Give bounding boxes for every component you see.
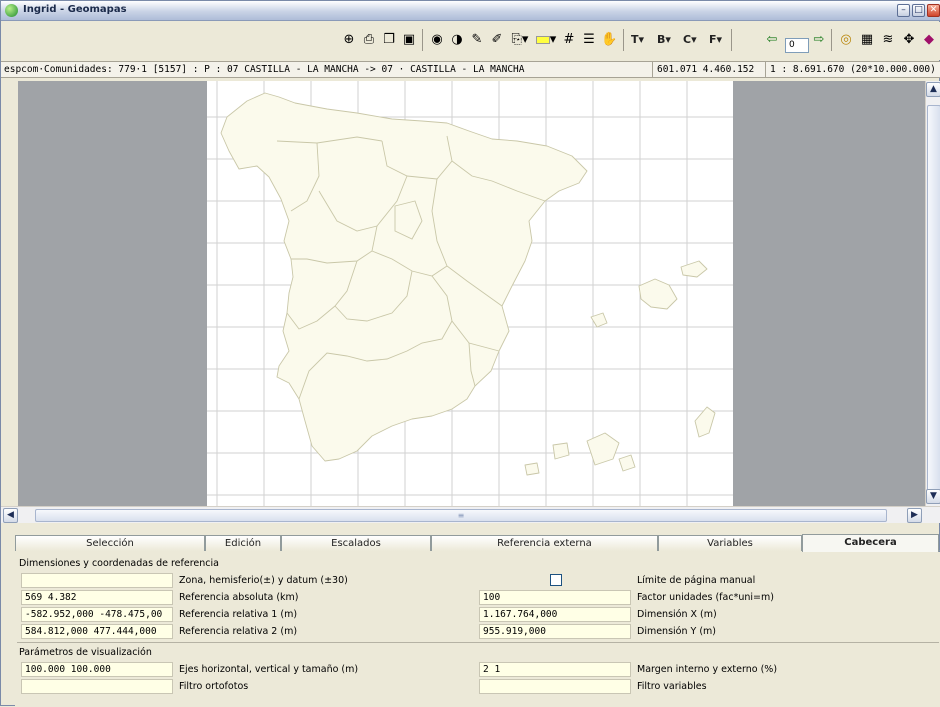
save-icon[interactable]: ▣	[401, 31, 417, 49]
referencia-absoluta-input[interactable]: 569 4.382	[21, 590, 173, 605]
target-icon[interactable]: ◎	[838, 31, 854, 49]
scroll-up-button[interactable]: ▲	[926, 82, 940, 97]
referencia-relativa-1-input[interactable]: -582.952,000 -478.475,00	[21, 607, 173, 622]
margen-input[interactable]: 2 1	[479, 662, 631, 677]
horizontal-scroll-thumb[interactable]: ≡	[35, 509, 887, 522]
close-button[interactable]: ✕	[927, 4, 940, 17]
section-title: Dimensiones y coordenadas de referencia	[19, 558, 219, 569]
map-regions	[220, 92, 716, 476]
print-icon[interactable]: ⎙	[361, 31, 377, 49]
ejes-label: Ejes horizontal, vertical y tamaño (m)	[179, 664, 359, 675]
map-viewport[interactable]	[18, 81, 930, 506]
section-title: Parámetros de visualización	[19, 647, 152, 658]
page-prev-icon[interactable]: ⇦	[764, 31, 780, 49]
cabecera-panel: Dimensiones y coordenadas de referencia …	[15, 552, 940, 707]
dimension-x-input[interactable]: 1.167.764,000	[479, 607, 631, 622]
factor-unidades-input[interactable]: 100	[479, 590, 631, 605]
contrast-icon[interactable]: ◑	[449, 31, 465, 49]
filtro-variables-label: Filtro variables	[637, 681, 707, 692]
region-canarias-3	[552, 442, 570, 460]
map-page[interactable]	[207, 81, 733, 506]
eraser-icon[interactable]: ◆	[921, 31, 937, 49]
text-dropdown-b[interactable]: B▾	[657, 32, 671, 48]
referencia-relativa-1-label: Referencia relativa 1 (m)	[179, 609, 298, 620]
pencil-icon[interactable]: ✎	[469, 31, 485, 49]
color-dropdown-icon[interactable]: ▾	[533, 31, 559, 49]
ejes-input[interactable]: 100.000 100.000	[21, 662, 173, 677]
section-divider	[17, 642, 939, 643]
vertical-scroll-thumb[interactable]	[927, 105, 940, 491]
region-menorca	[680, 260, 708, 278]
factor-unidades-label: Factor unidades (fac*uni=m)	[637, 592, 774, 603]
toolbar-separator	[731, 29, 732, 51]
stack-icon[interactable]: ≋	[880, 31, 896, 49]
zona-datum-input[interactable]	[21, 573, 173, 588]
tab-escalados[interactable]: Escalados	[281, 535, 431, 551]
page-limit-label: Límite de página manual	[637, 575, 756, 586]
list-icon[interactable]: ☰	[581, 31, 597, 49]
toolbar-separator	[422, 29, 423, 51]
page-limit-checkbox[interactable]	[550, 574, 562, 586]
dimension-x-label: Dimensión X (m)	[637, 609, 717, 620]
filtro-variables-input[interactable]	[479, 679, 631, 694]
filtro-ortofotos-label: Filtro ortofotos	[179, 681, 249, 692]
margen-label: Margen interno y externo (%)	[637, 664, 778, 675]
hand-icon[interactable]: ✋	[601, 31, 617, 49]
map-scale: 1 : 8.691.670 (20*10.000.000)	[765, 62, 936, 77]
toolbar-separator	[623, 29, 624, 51]
text-dropdown-t[interactable]: T▾	[631, 32, 644, 48]
app-globe-icon	[5, 4, 18, 17]
vertical-scrollbar[interactable]: ▲ ▼	[925, 81, 940, 506]
region-canarias-4	[618, 454, 636, 472]
referencia-relativa-2-label: Referencia relativa 2 (m)	[179, 626, 298, 637]
window-title: Ingrid - Geomapas	[23, 4, 127, 15]
toolbar-separator	[831, 29, 832, 51]
move-icon[interactable]: ✥	[901, 31, 917, 49]
layers-icon[interactable]: ◉	[429, 31, 445, 49]
text-dropdown-c[interactable]: C▾	[683, 32, 697, 48]
scroll-left-button[interactable]: ◀	[3, 508, 18, 523]
pencil-check-icon[interactable]: ✐	[489, 31, 505, 49]
title-bar[interactable]: Ingrid - Geomapas – □ ✕	[1, 1, 940, 21]
tab-edicion[interactable]: Edición	[205, 535, 281, 551]
layer-info: espcom·Comunidades: 779·1 [5157] : P : 0…	[4, 64, 525, 75]
referencia-absoluta-label: Referencia absoluta (km)	[179, 592, 299, 603]
zoom-window-icon[interactable]: ⊕	[341, 31, 357, 49]
dimension-y-label: Dimensión Y (m)	[637, 626, 717, 637]
horizontal-scrollbar[interactable]: ◀ ≡ ▶	[1, 506, 940, 523]
referencia-relativa-2-input[interactable]: 584.812,000 477.444,000	[21, 624, 173, 639]
grid-icon[interactable]: #	[561, 31, 577, 49]
region-mallorca	[638, 278, 678, 310]
text-dropdown-f[interactable]: F▾	[709, 32, 722, 48]
region-peninsula	[220, 92, 588, 462]
tab-variables[interactable]: Variables	[658, 535, 802, 551]
status-bar: espcom·Comunidades: 779·1 [5157] : P : 0…	[1, 61, 940, 78]
filtro-ortofotos-input[interactable]	[21, 679, 173, 694]
tab-seleccion[interactable]: Selección	[15, 535, 205, 551]
scroll-down-button[interactable]: ▼	[926, 489, 940, 504]
calculator-icon[interactable]: ▦	[859, 31, 875, 49]
minimize-button[interactable]: –	[897, 4, 910, 17]
region-canarias-2	[586, 432, 620, 466]
dimension-y-input[interactable]: 955.919,000	[479, 624, 631, 639]
tab-referencia-externa[interactable]: Referencia externa	[431, 535, 658, 551]
application-window: Ingrid - Geomapas – □ ✕ ⊕ ⎙ ❐ ▣ ◉ ◑ ✎ ✐ …	[0, 0, 940, 707]
panel-tabs: Selección Edición Escalados Referencia e…	[15, 534, 940, 552]
region-canarias-5	[524, 462, 540, 476]
zona-datum-label: Zona, hemisferio(±) y datum (±30)	[179, 575, 348, 586]
copy-icon[interactable]: ❐	[381, 31, 397, 49]
cursor-coordinates: 601.071 4.460.152	[652, 62, 754, 77]
maximize-button[interactable]: □	[912, 4, 925, 17]
scroll-right-button[interactable]: ▶	[907, 508, 922, 523]
tab-cabecera[interactable]: Cabecera	[802, 534, 939, 552]
page-number-input[interactable]: 0	[785, 38, 809, 53]
page-next-icon[interactable]: ⇨	[811, 31, 827, 49]
page-dropdown-icon[interactable]: ⎘▾	[509, 31, 531, 49]
map-canvas[interactable]	[207, 81, 733, 506]
